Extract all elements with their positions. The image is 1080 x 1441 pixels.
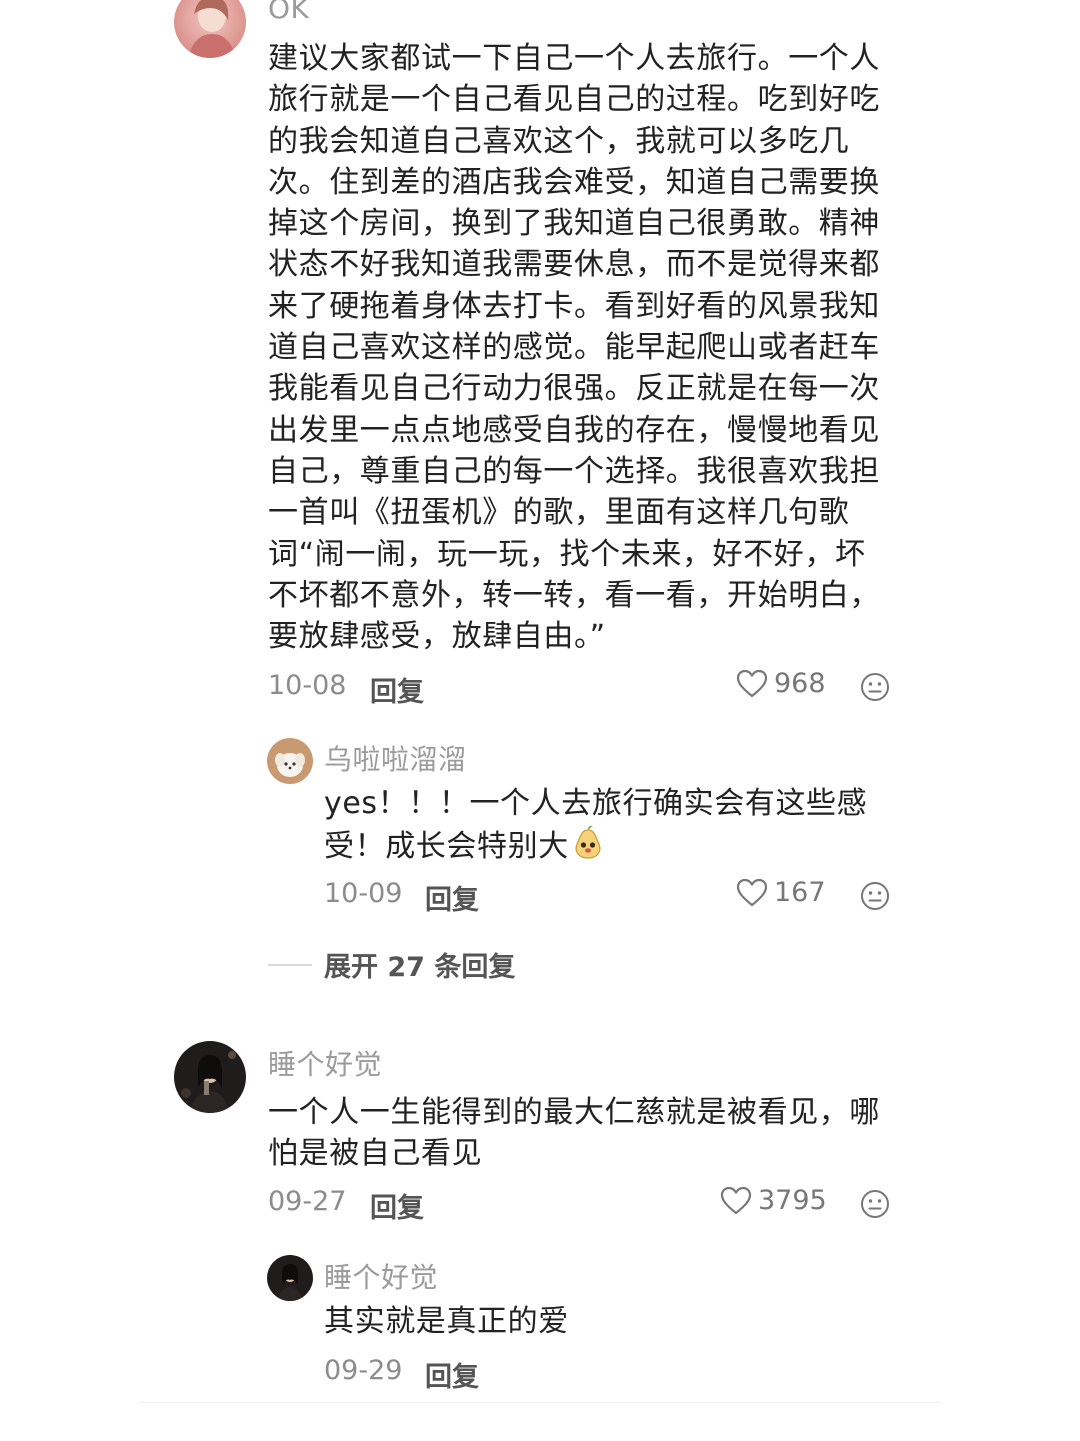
reply-username[interactable]: 睡个好觉 [324,1256,438,1296]
like-button[interactable]: 167 [736,877,826,908]
expand-replies-button[interactable]: 展开 27 条回复 [268,945,515,984]
reply-button[interactable]: 回复 [370,670,424,709]
comment-username[interactable]: 睡个好觉 [268,1043,382,1083]
comment-date: 10-08 [268,670,347,701]
avatar[interactable] [174,0,246,58]
heart-outline-icon [736,878,768,908]
reply-date: 10-09 [324,878,403,909]
like-count: 968 [774,668,826,699]
like-count: 167 [774,877,826,908]
neutral-face-icon[interactable] [860,881,890,911]
expand-replies-label: 展开 27 条回复 [324,952,516,983]
reply-button[interactable]: 回复 [425,878,479,917]
expand-divider [268,963,312,966]
like-button[interactable]: 3795 [720,1185,827,1216]
like-button[interactable]: 968 [736,668,826,699]
comment-text: 一个人一生能得到的最大仁慈就是被看见，哪怕是被自己看见 [268,1095,880,1172]
bottom-divider [140,1402,940,1403]
reply-text: yes！！！一个人去旅行确实会有这些感受！成长会特别大 [324,783,890,872]
heart-outline-icon [736,669,768,699]
comment-date: 09-27 [268,1186,347,1217]
like-count: 3795 [758,1185,827,1216]
reply-button[interactable]: 回复 [425,1355,479,1394]
comment-username[interactable]: OK [268,0,309,25]
reply-text: 其实就是真正的爱 [324,1304,569,1339]
reply-date: 09-29 [324,1355,403,1386]
neutral-face-icon[interactable] [860,672,890,702]
reply-avatar[interactable] [267,738,313,784]
comment-text: 建议大家都试一下自己一个人去旅行。一个人旅行就是一个自己看见自己的过程。吃到好吃… [268,41,880,655]
reply-avatar[interactable] [267,1255,313,1301]
reply-username[interactable]: 乌啦啦溜溜 [324,738,467,778]
avatar[interactable] [174,1041,246,1113]
pear-face-emoji [571,824,605,871]
reply-button[interactable]: 回复 [370,1186,424,1225]
heart-outline-icon [720,1186,752,1216]
neutral-face-icon[interactable] [860,1189,890,1219]
